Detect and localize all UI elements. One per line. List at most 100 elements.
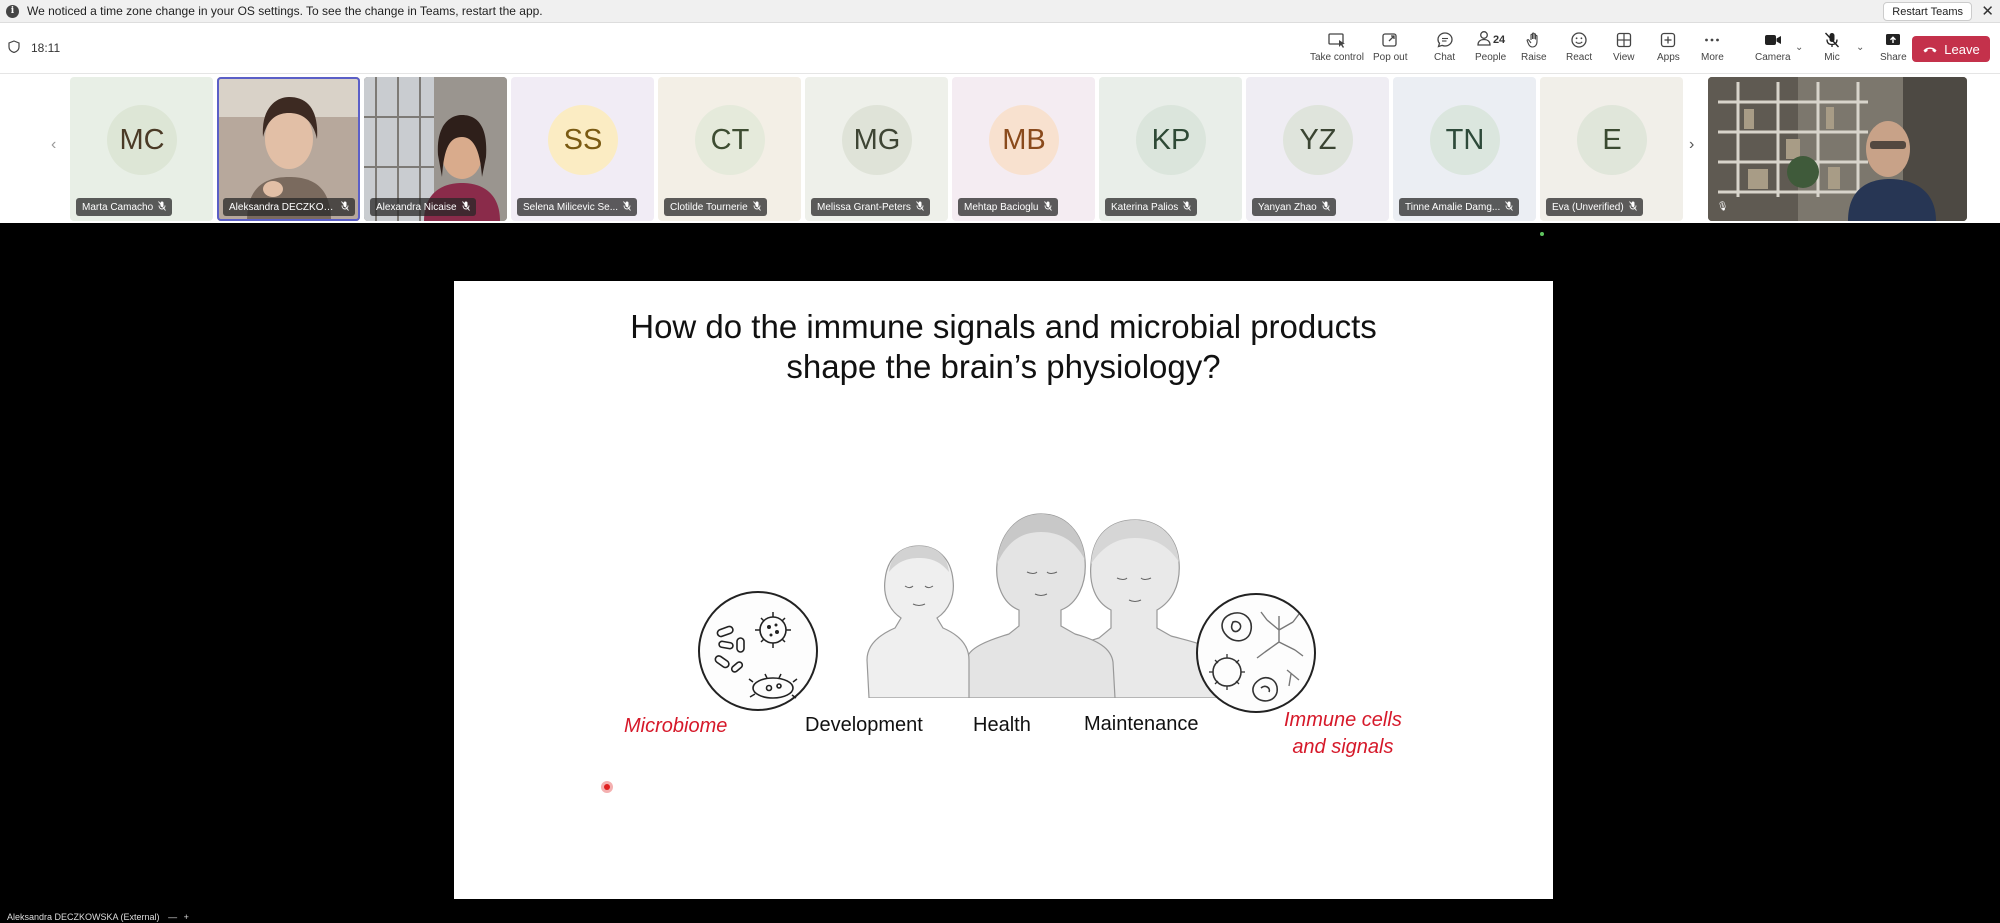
participant-name: Mehtap Bacioglu — [964, 201, 1039, 213]
participant-tile[interactable]: CT Clotilde Tournerie — [658, 77, 801, 221]
info-icon: i — [6, 4, 19, 18]
activity-dot — [1540, 232, 1544, 236]
mic-options-chevron-icon[interactable]: ⌄ — [1856, 42, 1864, 53]
mic-muted-icon — [916, 201, 924, 213]
presenter-plus-icon[interactable]: + — [184, 912, 189, 922]
self-mic-muted-icon: 🎙 — [1717, 201, 1729, 211]
label-microbiome: Microbiome — [624, 715, 728, 737]
react-button[interactable]: React — [1566, 29, 1592, 63]
participant-name: Tinne Amalie Damg... — [1405, 201, 1501, 213]
smiley-icon — [1570, 29, 1588, 51]
participant-tile[interactable]: MB Mehtap Bacioglu — [952, 77, 1095, 221]
raise-hand-icon — [1525, 29, 1543, 51]
pop-out-button[interactable]: Pop out — [1373, 29, 1407, 63]
mic-muted-icon — [341, 201, 349, 213]
participant-name: Yanyan Zhao — [1258, 201, 1317, 213]
participant-name: Selena Milicevic Se... — [523, 201, 619, 213]
label-immune-cells-signals: Immune cells and signals — [1284, 709, 1402, 758]
participant-name-tag: Aleksandra DECZKOWS... — [223, 198, 355, 216]
phone-hangup-icon — [1922, 42, 1938, 57]
participant-name: Melissa Grant-Peters — [817, 201, 911, 213]
chat-button[interactable]: Chat — [1434, 29, 1455, 63]
participant-name: Marta Camacho — [82, 201, 154, 213]
participant-tile[interactable]: KP Katerina Palios — [1099, 77, 1242, 221]
take-control-icon — [1327, 29, 1347, 51]
participant-name-tag: Clotilde Tournerie — [664, 198, 767, 216]
participant-name: Aleksandra DECZKOWS... — [229, 201, 336, 213]
mic-muted-icon — [1043, 201, 1052, 213]
participant-tile[interactable]: MC Marta Camacho — [70, 77, 213, 221]
participant-name: Clotilde Tournerie — [670, 201, 748, 213]
leave-button[interactable]: Leave — [1912, 36, 1990, 62]
meeting-toolbar: 18:11 Take control Pop out Chat 24 Peopl… — [0, 23, 2000, 74]
slide-title: How do the immune signals and microbial … — [630, 308, 1377, 385]
avatar: E — [1577, 105, 1647, 175]
self-video-feed — [1708, 77, 1967, 221]
lifespan-people-illustration — [866, 513, 1222, 698]
more-dots-icon — [1703, 29, 1721, 51]
label-health: Health — [973, 714, 1031, 736]
self-video-tile[interactable]: 🎙 — [1708, 77, 1967, 221]
timezone-notification-bar: i We noticed a time zone change in your … — [0, 0, 2000, 23]
apps-button[interactable]: Apps — [1657, 29, 1680, 63]
mic-muted-icon — [1505, 201, 1514, 213]
participant-tile[interactable]: MG Melissa Grant-Peters — [805, 77, 948, 221]
participant-tile[interactable]: YZ Yanyan Zhao — [1246, 77, 1389, 221]
share-button[interactable]: Share — [1880, 29, 1907, 63]
shared-slide: How do the immune signals and microbial … — [454, 281, 1553, 899]
apps-plus-icon — [1659, 29, 1677, 51]
raise-hand-button[interactable]: Raise — [1521, 29, 1547, 63]
mic-muted-icon — [461, 201, 470, 213]
participant-name-tag: Mehtap Bacioglu — [958, 198, 1058, 216]
participant-tile[interactable]: Aleksandra DECZKOWS... — [217, 77, 360, 221]
participant-tile[interactable]: SS Selena Milicevic Se... — [511, 77, 654, 221]
mic-muted-icon — [752, 201, 761, 213]
share-icon — [1884, 29, 1902, 51]
participant-name-tag: Eva (Unverified) — [1546, 198, 1643, 216]
participant-name: Eva (Unverified) — [1552, 201, 1624, 213]
mic-muted-icon — [1628, 201, 1637, 213]
avatar: SS — [548, 105, 618, 175]
participant-name-tag: Melissa Grant-Peters — [811, 198, 930, 216]
participant-name-tag: Alexandra Nicaise — [370, 198, 476, 216]
notification-text: We noticed a time zone change in your OS… — [27, 4, 543, 18]
view-grid-icon — [1615, 29, 1633, 51]
presenter-minus-icon[interactable]: — — [168, 912, 177, 922]
people-count: 24 — [1492, 34, 1506, 46]
presenter-name-label: Aleksandra DECZKOWSKA (External) — + — [7, 912, 189, 922]
mic-muted-icon — [1823, 29, 1841, 51]
participant-name: Alexandra Nicaise — [376, 201, 457, 213]
mic-muted-icon — [1183, 201, 1192, 213]
scroll-right-chevron-icon[interactable]: › — [1689, 136, 1694, 154]
avatar: KP — [1136, 105, 1206, 175]
avatar: CT — [695, 105, 765, 175]
camera-options-chevron-icon[interactable]: ⌄ — [1795, 42, 1803, 53]
camera-button[interactable]: Camera — [1755, 29, 1791, 63]
close-notification-icon[interactable]: ✕ — [1981, 2, 1994, 21]
label-maintenance: Maintenance — [1084, 713, 1199, 735]
take-control-button[interactable]: Take control — [1310, 29, 1364, 63]
mic-muted-icon — [623, 201, 631, 213]
meeting-time: 18:11 — [31, 41, 61, 55]
participant-name: Katerina Palios — [1111, 201, 1179, 213]
mic-button[interactable]: Mic — [1823, 29, 1841, 63]
scroll-left-chevron-icon[interactable]: ‹ — [51, 136, 56, 154]
participant-name-tag: Tinne Amalie Damg... — [1399, 198, 1520, 216]
participant-name-tag: Marta Camacho — [76, 198, 173, 216]
view-button[interactable]: View — [1613, 29, 1635, 63]
participant-tile[interactable]: TN Tinne Amalie Damg... — [1393, 77, 1536, 221]
participant-tile[interactable]: Alexandra Nicaise — [364, 77, 507, 221]
participant-name-tag: Selena Milicevic Se... — [517, 198, 638, 216]
avatar: MG — [842, 105, 912, 175]
people-button[interactable]: 24 People — [1475, 29, 1506, 63]
avatar: MC — [107, 105, 177, 175]
more-button[interactable]: More — [1701, 29, 1724, 63]
participant-tile[interactable]: E Eva (Unverified) — [1540, 77, 1683, 221]
pop-out-icon — [1381, 29, 1399, 51]
shield-icon — [8, 40, 20, 58]
restart-teams-button[interactable]: Restart Teams — [1883, 2, 1972, 21]
camera-icon — [1763, 29, 1783, 51]
participant-name-tag: Katerina Palios — [1105, 198, 1198, 216]
chat-icon — [1436, 29, 1454, 51]
people-icon — [1476, 29, 1492, 52]
